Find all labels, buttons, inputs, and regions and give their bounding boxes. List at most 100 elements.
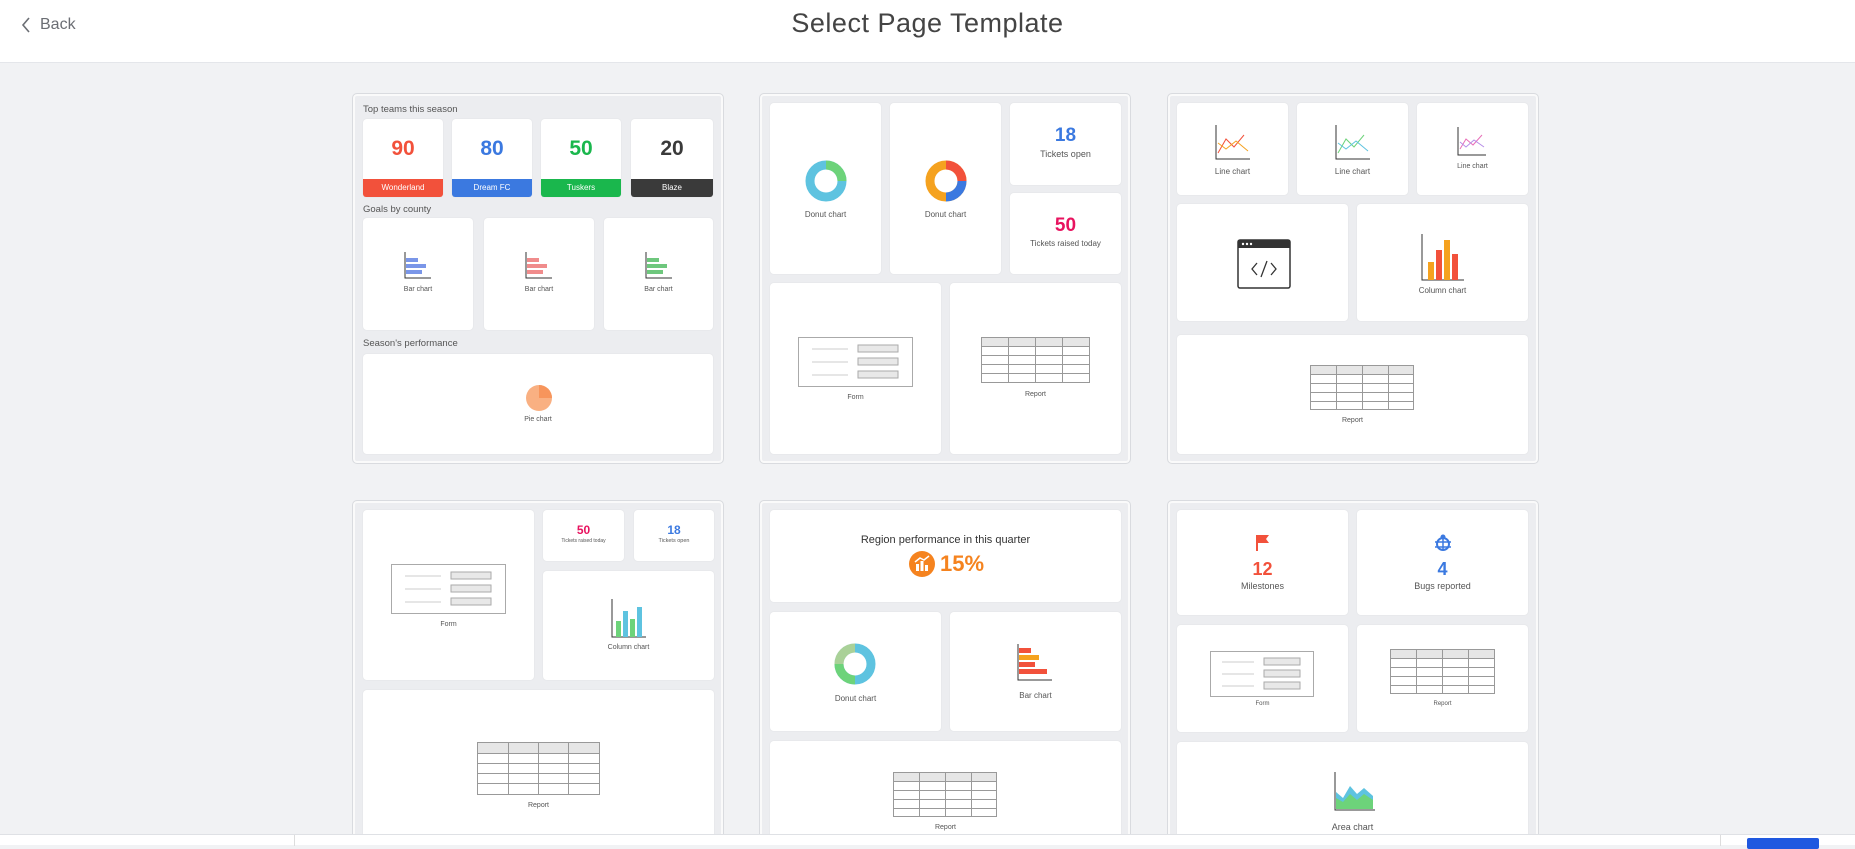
team-card-blaze: 20 Blaze xyxy=(631,119,713,197)
template-card-regional[interactable]: Region performance in this quarter 15% D… xyxy=(759,500,1131,845)
kpi-value: 50 xyxy=(576,523,591,537)
form-label: Form xyxy=(440,621,457,628)
primary-button[interactable] xyxy=(1747,838,1819,849)
form-card: Form xyxy=(363,510,534,680)
top-bar: Back Select Page Template xyxy=(0,0,1855,63)
donut-chart-label: Donut chart xyxy=(834,694,877,703)
report-card: Report xyxy=(770,741,1121,840)
kpi-label: Bugs reported xyxy=(1414,581,1471,591)
line-chart-card: Line chart xyxy=(1177,103,1288,195)
column-chart-icon xyxy=(1421,234,1464,281)
kpi-tickets-open: 18 Tickets open xyxy=(1010,103,1121,185)
region-kpi: 15% xyxy=(908,550,984,578)
report-card: Report xyxy=(950,283,1121,454)
donut-chart-icon xyxy=(805,160,847,202)
team-card-dream-fc: 80 Dream FC xyxy=(452,119,532,197)
template-card-project[interactable]: 12 Milestones 4 Bugs reported Form Repor… xyxy=(1167,500,1539,845)
form-icon xyxy=(798,337,913,387)
template-card-support[interactable]: Form 50 Tickets raised today 18 Tickets … xyxy=(352,500,724,845)
donut-chart-card: Donut chart xyxy=(890,103,1001,274)
section-title-top-teams: Top teams this season xyxy=(363,104,458,115)
report-label: Report xyxy=(934,824,956,831)
kpi-value: 18 xyxy=(667,523,681,537)
page-title: Select Page Template xyxy=(791,8,1064,38)
bar-chart-card: Bar chart xyxy=(604,218,713,330)
code-window-icon xyxy=(1237,239,1291,289)
template-card-helpdesk[interactable]: Donut chart Donut chart 18 Tickets open … xyxy=(759,93,1131,464)
line-chart-label: Line chart xyxy=(1457,163,1488,170)
bar-chart-label: Bar chart xyxy=(403,286,433,293)
line-chart-card: Line chart xyxy=(1297,103,1408,195)
bar-chart-card: Bar chart xyxy=(484,218,594,330)
pie-chart-label: Pie chart xyxy=(524,416,552,423)
embed-code-card xyxy=(1177,204,1348,321)
table-icon xyxy=(1310,365,1414,410)
kpi-label: Tickets open xyxy=(1040,149,1091,159)
kpi-value: 4 xyxy=(1437,559,1448,579)
report-card: Report xyxy=(1357,625,1528,732)
line-chart-card: Line chart xyxy=(1417,103,1528,195)
bar-chart-icon xyxy=(645,252,672,279)
region-title: Region performance in this quarter xyxy=(860,534,1031,546)
bar-chart-label: Bar chart xyxy=(524,286,554,293)
form-label: Form xyxy=(1255,701,1270,707)
line-chart-icon xyxy=(1335,125,1370,160)
team-score: 90 xyxy=(391,137,415,160)
team-score: 80 xyxy=(480,137,504,160)
footer-bar xyxy=(0,834,1855,849)
bug-icon xyxy=(1435,534,1451,551)
section-title-performance: Season's performance xyxy=(363,338,458,349)
trend-up-icon xyxy=(909,551,935,577)
divider xyxy=(1720,835,1721,846)
line-chart-icon xyxy=(1215,125,1250,160)
bar-chart-icon xyxy=(525,252,552,279)
team-name: Blaze xyxy=(631,179,713,197)
team-score: 20 xyxy=(660,137,684,160)
report-label: Report xyxy=(1341,417,1363,424)
region-value: 15% xyxy=(940,551,985,576)
line-chart-label: Line chart xyxy=(1214,167,1251,176)
report-label: Report xyxy=(527,802,549,809)
form-card: Form xyxy=(770,283,941,454)
column-chart-card: Column chart xyxy=(543,571,714,680)
team-card-wonderland: 90 Wonderland xyxy=(363,119,443,197)
report-card: Report xyxy=(363,690,714,840)
kpi-label: Milestones xyxy=(1240,581,1285,591)
team-card-tuskers: 50 Tuskers xyxy=(541,119,621,197)
kpi-milestones: 12 Milestones xyxy=(1177,510,1348,615)
report-label: Report xyxy=(1433,701,1452,707)
area-chart-card: Area chart xyxy=(1177,742,1528,840)
flag-icon xyxy=(1256,535,1269,551)
table-icon xyxy=(981,337,1090,383)
donut-chart-icon xyxy=(925,160,967,202)
template-card-analytics[interactable]: Line chart Line chart Line chart Column … xyxy=(1167,93,1539,464)
team-name: Tuskers xyxy=(541,179,621,197)
form-card: Form xyxy=(1177,625,1348,732)
form-label: Form xyxy=(847,394,864,401)
donut-chart-card: Donut chart xyxy=(770,612,941,731)
form-icon xyxy=(1210,651,1314,697)
line-chart-icon xyxy=(1457,127,1486,156)
kpi-label: Tickets raised today xyxy=(1030,239,1101,248)
pie-chart-card: Pie chart xyxy=(363,354,713,454)
divider xyxy=(294,835,295,846)
donut-chart-label: Donut chart xyxy=(924,210,967,219)
table-icon xyxy=(1390,649,1495,694)
table-icon xyxy=(477,742,600,795)
kpi-label: Tickets raised today xyxy=(561,538,606,544)
column-chart-label: Column chart xyxy=(607,644,650,651)
line-chart-label: Line chart xyxy=(1334,167,1371,176)
team-name: Dream FC xyxy=(452,179,532,197)
template-card-sports[interactable]: Top teams this season 90 Wonderland 80 D… xyxy=(352,93,724,464)
report-label: Report xyxy=(1024,391,1046,398)
column-chart-label: Column chart xyxy=(1418,286,1467,295)
area-chart-icon xyxy=(1334,772,1375,811)
kpi-value: 50 xyxy=(1054,215,1077,236)
kpi-bugs: 4 Bugs reported xyxy=(1357,510,1528,615)
donut-chart-icon xyxy=(834,643,876,685)
bar-chart-icon xyxy=(1017,644,1052,681)
bar-chart-card: Bar chart xyxy=(363,218,473,330)
bar-chart-label: Bar chart xyxy=(1019,691,1052,700)
kpi-value: 12 xyxy=(1252,559,1273,579)
area-chart-label: Area chart xyxy=(1331,822,1374,832)
